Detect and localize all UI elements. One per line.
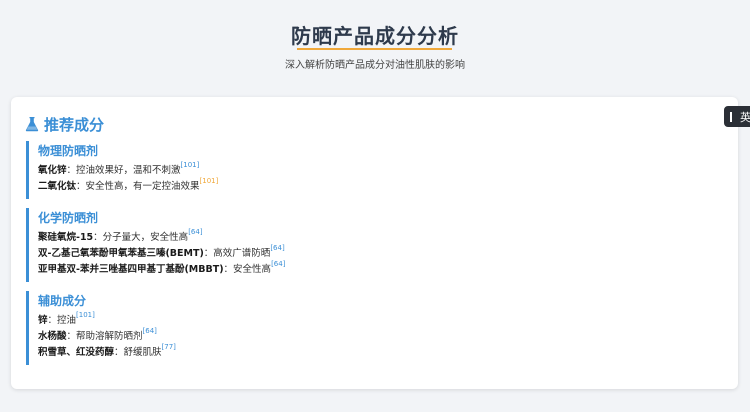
group-auxiliary: 辅助成分 锌：控油[101] 水杨酸：帮助溶解防晒剂[64] 积雪草、红没药醇：… [26, 291, 176, 365]
list-item: 二氧化钛：安全性高，有一定控油效果[101] [38, 177, 219, 195]
citation-link[interactable]: [101] [76, 311, 95, 319]
item-name: 氧化锌 [38, 165, 67, 176]
language-toggle-label: 英 [740, 110, 750, 124]
list-item: 聚硅氧烷-15：分子量大，安全性高[64] [38, 228, 285, 246]
item-desc: ：分子量大，安全性高 [93, 232, 189, 243]
citation-link[interactable]: [64] [270, 244, 284, 252]
list-item: 水杨酸：帮助溶解防晒剂[64] [38, 327, 176, 345]
citation-link[interactable]: [64] [143, 327, 157, 335]
citation-link[interactable]: [101] [181, 161, 200, 169]
item-desc: ：帮助溶解防晒剂 [66, 331, 143, 342]
list-item: 氧化锌：控油效果好，温和不刺激[101] [38, 161, 218, 179]
card-heading-text: 推荐成分 [44, 115, 105, 134]
item-name: 二氧化钛 [38, 181, 77, 192]
list-item: 亚甲基双-苯并三唑基四甲基丁基酚(MBBT)：安全性高[64] [38, 260, 285, 278]
item-desc: ：舒缓肌肤 [114, 347, 162, 358]
item-desc: ：控油效果好，温和不刺激 [66, 165, 181, 176]
group-title: 辅助成分 [38, 294, 87, 308]
language-toggle-bar [730, 111, 732, 122]
list-item: 双-乙基己氧苯酚甲氧苯基三嗪(BEMT)：高效广谱防晒[64] [38, 244, 285, 262]
group-physical-sunscreen: 物理防晒剂 氧化锌：控油效果好，温和不刺激[101] 二氧化钛：安全性高，有一定… [26, 141, 218, 199]
list-item: 积雪草、红没药醇：舒缓肌肤[77] [38, 343, 176, 361]
item-desc: ：高效广谱防晒 [203, 248, 271, 259]
item-name: 聚硅氧烷-15 [38, 232, 94, 243]
item-name: 亚甲基双-苯并三唑基四甲基丁基酚(MBBT) [38, 264, 224, 275]
page-subtitle: 深入解析防晒产品成分对油性肌肤的影响 [285, 60, 465, 71]
citation-link[interactable]: [101] [200, 177, 219, 185]
item-name: 积雪草、红没药醇 [38, 347, 115, 358]
citation-link[interactable]: [64] [271, 260, 285, 268]
item-name: 水杨酸 [38, 331, 67, 342]
item-name: 双-乙基己氧苯酚甲氧苯基三嗪(BEMT) [38, 248, 204, 259]
citation-link[interactable]: [77] [162, 343, 176, 351]
citation-link[interactable]: [64] [188, 228, 202, 236]
group-title: 化学防晒剂 [38, 211, 99, 225]
item-desc: ：安全性高 [223, 264, 272, 275]
item-name: 锌 [38, 315, 48, 326]
card-heading: 推荐成分 [25, 114, 104, 134]
flask-icon [25, 116, 39, 132]
page-title: 防晒产品成分分析 [291, 24, 459, 48]
group-title: 物理防晒剂 [38, 144, 99, 158]
group-chemical-sunscreen: 化学防晒剂 聚硅氧烷-15：分子量大，安全性高[64] 双-乙基己氧苯酚甲氧苯基… [26, 208, 285, 282]
title-underline [297, 48, 452, 50]
item-desc: ：控油 [47, 315, 77, 326]
language-toggle-button[interactable]: 英 [724, 106, 750, 127]
ingredients-card: 推荐成分 物理防晒剂 氧化锌：控油效果好，温和不刺激[101] 二氧化钛：安全性… [11, 97, 738, 389]
item-desc: ：安全性高，有一定控油效果 [76, 181, 200, 192]
